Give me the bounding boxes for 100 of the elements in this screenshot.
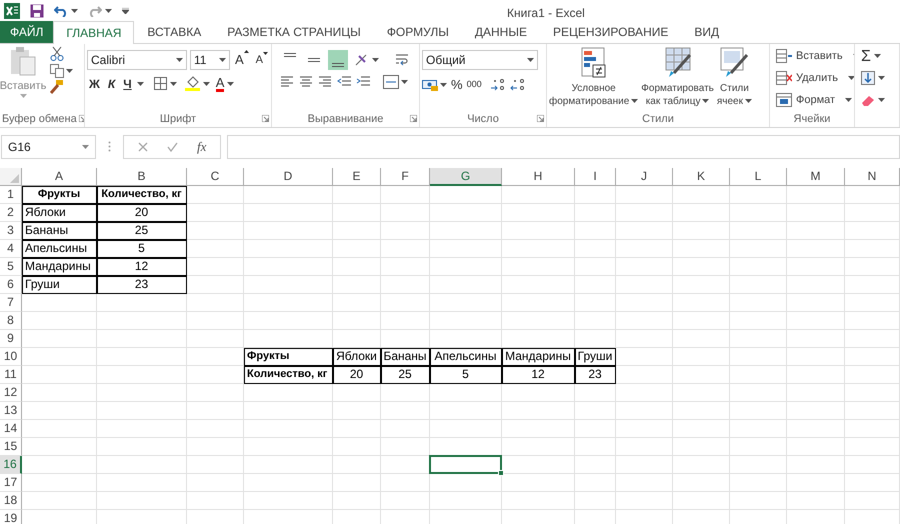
row-header[interactable]: 1 bbox=[0, 186, 22, 204]
format-cells-icon bbox=[776, 93, 792, 108]
ribbon-tab[interactable]: ФОРМУЛЫ bbox=[374, 20, 462, 43]
excel-logo-icon[interactable] bbox=[4, 2, 20, 19]
caret-icon bbox=[219, 58, 226, 62]
insert-cells-icon bbox=[776, 49, 792, 64]
vertical-align-button[interactable] bbox=[328, 50, 348, 70]
ribbon-tab[interactable]: ФАЙЛ bbox=[0, 20, 54, 43]
style-button[interactable]: Форматировать как таблицу bbox=[641, 46, 714, 111]
format-painter-icon[interactable] bbox=[50, 80, 64, 94]
table-cell: Апельсины bbox=[22, 240, 97, 258]
ribbon-tab[interactable]: ВСТАВКА bbox=[134, 20, 214, 43]
launcher-icon[interactable] bbox=[262, 115, 270, 122]
caret-icon[interactable] bbox=[440, 82, 447, 87]
merge-cells-icon[interactable] bbox=[383, 74, 399, 89]
underline-button[interactable]: Ч bbox=[121, 74, 134, 93]
column-header[interactable]: B bbox=[97, 168, 187, 186]
cells-menu-button[interactable]: Формат bbox=[776, 90, 854, 110]
table-cell: 5 bbox=[430, 366, 502, 384]
percent-button[interactable]: % bbox=[451, 74, 463, 94]
caret-icon bbox=[176, 58, 183, 62]
insert-function-button[interactable]: fx bbox=[197, 136, 206, 156]
name-box[interactable]: G16 bbox=[1, 134, 96, 159]
column-header[interactable]: A bbox=[22, 168, 97, 186]
column-header[interactable]: K bbox=[673, 168, 730, 186]
column-header[interactable]: L bbox=[730, 168, 787, 186]
caret-icon[interactable] bbox=[71, 8, 78, 13]
column-header[interactable]: F bbox=[381, 168, 430, 186]
column-header[interactable]: N bbox=[845, 168, 900, 186]
increase-decimal-icon[interactable] bbox=[490, 78, 506, 92]
column-header[interactable]: D bbox=[244, 168, 333, 186]
align-left-icon[interactable] bbox=[280, 74, 294, 89]
caret-icon[interactable] bbox=[227, 82, 234, 86]
align-right-icon[interactable] bbox=[318, 74, 332, 89]
caret-icon[interactable] bbox=[202, 82, 210, 86]
column-header[interactable]: H bbox=[502, 168, 575, 186]
ribbon-tab[interactable]: РЕЦЕНЗИРОВАНИЕ bbox=[540, 20, 682, 43]
thousands-button[interactable]: 000 bbox=[466, 78, 482, 92]
formula-input[interactable] bbox=[227, 134, 900, 159]
borders-icon[interactable] bbox=[154, 77, 167, 90]
currency-icon[interactable] bbox=[422, 78, 438, 92]
caret-icon[interactable] bbox=[874, 54, 881, 58]
autosum-button[interactable]: Σ bbox=[861, 46, 871, 66]
column-header[interactable]: J bbox=[616, 168, 673, 186]
column-header[interactable]: E bbox=[333, 168, 381, 186]
column-header[interactable]: C bbox=[187, 168, 244, 186]
undo-icon[interactable] bbox=[54, 4, 68, 17]
italic-button[interactable]: К bbox=[106, 74, 118, 93]
caret-icon[interactable] bbox=[136, 82, 144, 86]
paste-button[interactable]: Вставить bbox=[2, 46, 44, 111]
column-header[interactable]: I bbox=[575, 168, 616, 186]
ribbon-tab[interactable]: ДАННЫЕ bbox=[462, 20, 540, 43]
caret-icon bbox=[845, 98, 852, 102]
decrease-decimal-icon[interactable] bbox=[510, 78, 526, 92]
row-header[interactable]: 16 bbox=[0, 456, 22, 474]
font-name-field[interactable]: Calibri bbox=[87, 50, 187, 70]
launcher-icon[interactable] bbox=[78, 115, 84, 122]
table-cell: Фрукты bbox=[22, 186, 97, 204]
caret-icon bbox=[745, 99, 752, 104]
copy-icon[interactable] bbox=[50, 64, 64, 78]
caret-icon[interactable] bbox=[170, 82, 177, 86]
align-lines-icon bbox=[284, 52, 296, 57]
caret-icon[interactable] bbox=[401, 80, 408, 84]
caret-icon[interactable] bbox=[372, 58, 379, 62]
column-header[interactable]: M bbox=[787, 168, 845, 186]
ribbon-tab[interactable]: ГЛАВНАЯ bbox=[53, 20, 134, 44]
fill-handle[interactable] bbox=[498, 470, 504, 476]
fill-down-icon[interactable] bbox=[861, 71, 875, 86]
grow-font-button[interactable]: A bbox=[233, 50, 251, 70]
launcher-icon[interactable] bbox=[537, 115, 544, 122]
caret-icon bbox=[527, 58, 534, 62]
align-center-icon[interactable] bbox=[299, 74, 313, 89]
style-button[interactable]: Условное форматирование bbox=[549, 46, 638, 111]
launcher-icon[interactable] bbox=[410, 115, 417, 122]
table-cell: 20 bbox=[97, 204, 187, 222]
number-format-field[interactable]: Общий bbox=[422, 50, 538, 70]
style-button[interactable]: Стили ячеек bbox=[716, 46, 752, 111]
fill-color-icon[interactable] bbox=[184, 76, 200, 92]
column-header[interactable]: G bbox=[430, 168, 502, 186]
font-color-button[interactable]: A bbox=[216, 76, 224, 92]
caret-icon[interactable] bbox=[105, 8, 112, 13]
table-cell: 12 bbox=[97, 258, 187, 276]
customize-icon[interactable] bbox=[122, 8, 129, 14]
caret-icon[interactable] bbox=[878, 76, 885, 80]
caret-icon[interactable] bbox=[66, 68, 73, 73]
cells-menu-button[interactable]: Вставить bbox=[776, 46, 854, 66]
active-cell[interactable] bbox=[429, 454, 502, 474]
cells-menu-button[interactable]: Удалить bbox=[776, 68, 854, 88]
group-label: Буфер обмена bbox=[2, 112, 77, 127]
cut-icon[interactable] bbox=[50, 46, 64, 62]
eraser-icon[interactable] bbox=[861, 94, 875, 106]
ribbon-tab[interactable]: ВИД bbox=[681, 20, 732, 43]
bold-button[interactable]: Ж bbox=[87, 74, 102, 93]
caret-icon bbox=[631, 99, 638, 104]
wrap-text-icon[interactable] bbox=[395, 52, 411, 67]
caret-icon[interactable] bbox=[878, 98, 885, 102]
font-size-field[interactable]: 11 bbox=[190, 50, 230, 70]
save-icon[interactable] bbox=[30, 4, 44, 18]
ribbon-tab[interactable]: РАЗМЕТКА СТРАНИЦЫ bbox=[214, 20, 374, 43]
shrink-font-button[interactable]: A bbox=[254, 52, 270, 68]
